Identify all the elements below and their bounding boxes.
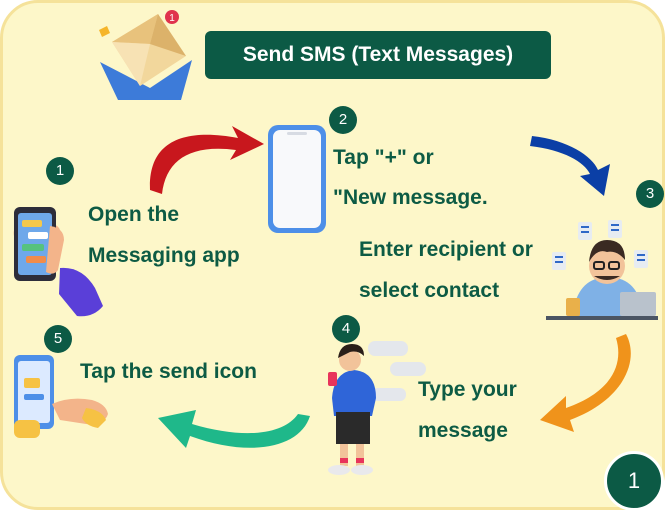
step-badge-1: 1 [46, 157, 74, 185]
step-2-line-2: "New message. [333, 186, 488, 209]
envelope-icon [99, 10, 192, 100]
infographic: 1 Send SMS (Text Messages) 1 2 3 4 5 Ope… [0, 0, 665, 510]
step-badge-4: 4 [332, 315, 360, 343]
arrow-red-icon [149, 126, 264, 194]
page-title: Send SMS (Text Messages) [205, 31, 551, 79]
step-4-line-2: message [418, 419, 508, 442]
person-laptop-icon [546, 220, 658, 320]
person-typing-icon [328, 341, 426, 475]
step-1-line-2: Messaging app [88, 244, 240, 267]
step-badge-3: 3 [636, 180, 664, 208]
step-3-line-2: select contact [359, 279, 500, 302]
arrow-green-icon [158, 410, 310, 448]
step-5-line-1: Tap the send icon [80, 360, 257, 383]
arrow-orange-icon [540, 334, 631, 432]
step-2-line-1: Tap "+" or [333, 146, 434, 169]
arrow-blue-icon [530, 136, 610, 196]
step-badge-5: 5 [44, 325, 72, 353]
step-1-line-1: Open the [88, 203, 180, 226]
notification-count: 1 [169, 13, 175, 24]
blank-phone-icon [268, 125, 326, 233]
step-4-line-1: Type your [418, 378, 517, 401]
step-badge-2: 2 [329, 106, 357, 134]
step-3-line-1: Enter recipient or [359, 238, 533, 261]
page-number-badge: 1 [604, 451, 664, 510]
